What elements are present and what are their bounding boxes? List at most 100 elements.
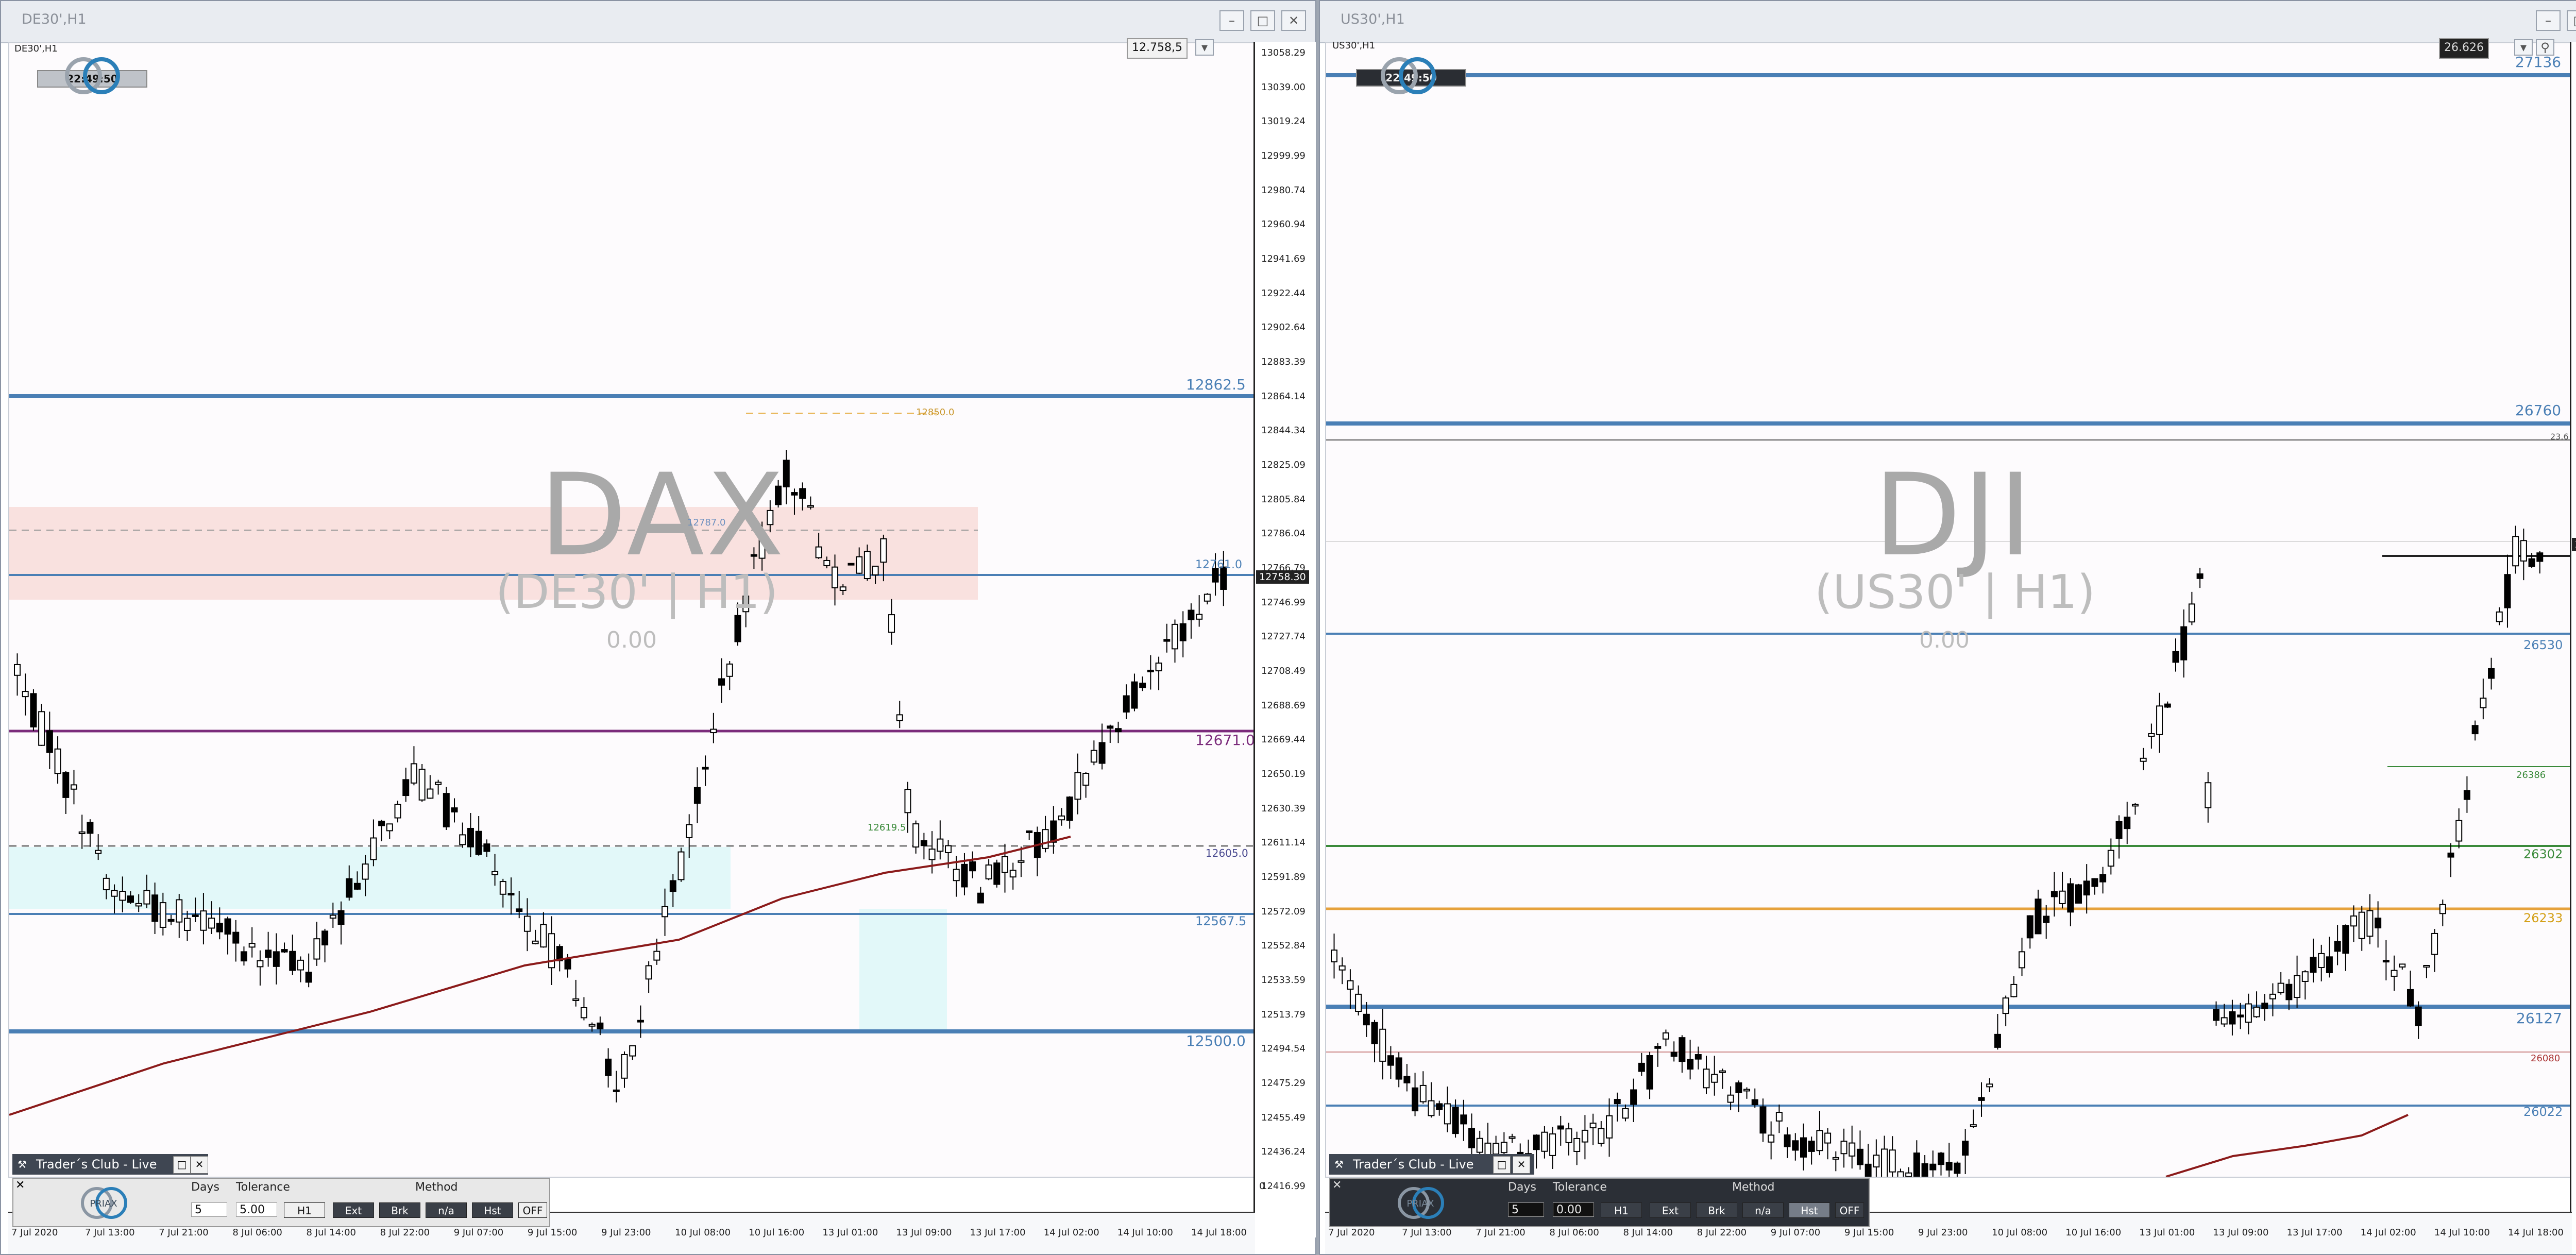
watermark-value: 0.00 <box>1919 627 1970 653</box>
level-label: 26386 <box>2516 770 2546 781</box>
time-tick-label: 10 Jul 16:00 <box>2065 1227 2122 1238</box>
level-label: 12567.5 <box>1195 914 1247 928</box>
panel-close-icon[interactable]: ✕ <box>15 1179 25 1192</box>
time-tick-label: 9 Jul 23:00 <box>601 1227 651 1238</box>
traders-club-bar[interactable]: ⚒ Trader´s Club - Live □ ✕ <box>1329 1154 1534 1175</box>
candle-body <box>1654 1046 1662 1049</box>
level-label: 27136 <box>2515 54 2562 71</box>
candle-body <box>2301 971 2309 982</box>
chart-menu-button[interactable]: ▾ <box>1195 39 1214 56</box>
candle-body <box>2261 1003 2268 1009</box>
tool-icon: ⚒ <box>18 1158 27 1171</box>
candle-body <box>1994 1033 2001 1048</box>
timeframe-select[interactable]: H1 <box>1601 1202 1642 1218</box>
off-button[interactable]: OFF <box>1835 1202 1864 1218</box>
candle-body <box>297 959 304 971</box>
title-bar[interactable]: US30',H1 – □ ✕ <box>1320 1 2576 43</box>
hst-button[interactable]: Hst <box>472 1202 513 1218</box>
candle-body <box>1856 1148 1863 1165</box>
small-level-label: 12850.0 <box>916 407 955 418</box>
chart-window-us30[interactable]: US30',H1 – □ ✕ US30',H1 22:49:50 DJI (US… <box>1319 0 2576 1255</box>
candle-body <box>1476 1138 1483 1153</box>
days-input[interactable]: 5 <box>191 1202 227 1217</box>
tolerance-input[interactable]: 5.00 <box>236 1202 277 1217</box>
time-tick-label: 13 Jul 09:00 <box>2213 1227 2269 1238</box>
tolerance-input[interactable]: 0.00 <box>1553 1202 1594 1217</box>
candle-body <box>2043 915 2050 923</box>
candle-body <box>1881 1148 1888 1177</box>
price-axis[interactable]: 13058.29 13039.00 13019.24 12999.99 12980.74… <box>1253 42 1316 1237</box>
candle-body <box>1840 1141 1848 1155</box>
restore-button[interactable]: □ <box>173 1156 191 1174</box>
price-axis[interactable]: 27161.3527124.3527087.4527050.2527013.95… <box>2570 42 2576 1237</box>
current-price-badge: 12758.30 <box>1256 570 1309 584</box>
traders-club-title: Trader´s Club - Live <box>1353 1157 1474 1172</box>
time-tick-label: 14 Jul 18:00 <box>2508 1227 2564 1238</box>
candle-body <box>1387 1055 1394 1066</box>
time-tick-label: 7 Jul 13:00 <box>1402 1227 1452 1238</box>
candle-body <box>2310 957 2317 973</box>
candle-body <box>1549 1133 1556 1156</box>
maximize-button[interactable]: □ <box>1250 10 1275 31</box>
candle-body <box>95 850 102 854</box>
na-button[interactable]: n/a <box>1742 1202 1784 1218</box>
traders-club-bar[interactable]: ⚒ Trader´s Club - Live □ ✕ <box>12 1154 208 1175</box>
candle-body <box>1074 772 1081 800</box>
candle-body <box>2010 983 2018 997</box>
candle-body <box>2245 1003 2252 1023</box>
off-button[interactable]: OFF <box>518 1202 547 1218</box>
minimize-button[interactable]: – <box>2536 10 2561 31</box>
candle-body <box>2148 733 2155 737</box>
candle-body <box>856 556 863 574</box>
level-label: 12761.0 <box>1195 558 1242 571</box>
candle-body <box>1816 1130 1823 1151</box>
candle-body <box>1921 1163 1928 1177</box>
priax-panel[interactable]: ✕ PRIAX Days 5 Tolerance 0.00 Method H1 … <box>1329 1178 1870 1227</box>
brk-button[interactable]: Brk <box>1696 1202 1737 1218</box>
candle-body <box>1743 1089 1751 1092</box>
level-label: 26233 <box>2523 911 2563 925</box>
panel-close-icon[interactable]: ✕ <box>1332 1179 1342 1192</box>
title-bar[interactable]: DE30',H1 – □ ✕ <box>1 1 1315 43</box>
candle-body <box>1849 1142 1856 1157</box>
candle-body <box>993 862 1001 885</box>
candle-body <box>313 938 320 960</box>
candle-body <box>2471 725 2479 735</box>
candle-body <box>1630 1089 1637 1105</box>
time-tick-label: 9 Jul 07:00 <box>453 1227 504 1238</box>
chart-window-de30[interactable]: DE30',H1 – □ ✕ DE30',H1 22:49:50 DAX (DE… <box>0 0 1316 1255</box>
brk-button[interactable]: Brk <box>379 1202 420 1218</box>
candle-body <box>1832 1157 1839 1160</box>
time-tick-label: 13 Jul 01:00 <box>2139 1227 2195 1238</box>
close-button[interactable]: ✕ <box>191 1156 208 1174</box>
candle-body <box>2528 558 2535 567</box>
close-button[interactable]: ✕ <box>1513 1156 1530 1174</box>
ext-button[interactable]: Ext <box>1650 1202 1691 1218</box>
candle-body <box>143 890 150 905</box>
candle-body <box>183 918 191 931</box>
candle-body <box>2512 536 2519 567</box>
close-button[interactable]: ✕ <box>1281 10 1306 31</box>
candle-body <box>718 678 725 686</box>
candle-body <box>863 551 871 580</box>
days-input[interactable]: 5 <box>1508 1202 1544 1217</box>
candle-body <box>208 918 215 929</box>
candle-body <box>969 861 976 872</box>
timeframe-select[interactable]: H1 <box>284 1202 325 1218</box>
candle-body <box>2423 965 2430 968</box>
candle-body <box>2221 1017 2228 1025</box>
ext-button[interactable]: Ext <box>333 1202 374 1218</box>
candle-body <box>1123 695 1130 713</box>
maximize-button[interactable]: □ <box>2567 10 2576 31</box>
candle-body <box>451 807 458 812</box>
minimize-button[interactable]: – <box>1219 10 1244 31</box>
na-button[interactable]: n/a <box>426 1202 467 1218</box>
hst-button[interactable]: Hst <box>1789 1202 1830 1218</box>
restore-button[interactable]: □ <box>1493 1156 1511 1174</box>
tolerance-label: Tolerance <box>1553 1181 1607 1194</box>
candle-body <box>459 834 466 845</box>
price-tick-label: 12980.74 <box>1261 184 1306 196</box>
time-tick-label: 7 Jul 21:00 <box>1476 1227 1526 1238</box>
priax-panel[interactable]: ✕ PRIAX Days 5 Tolerance 5.00 Method H1 … <box>12 1178 550 1227</box>
candle-body <box>2439 904 2446 914</box>
